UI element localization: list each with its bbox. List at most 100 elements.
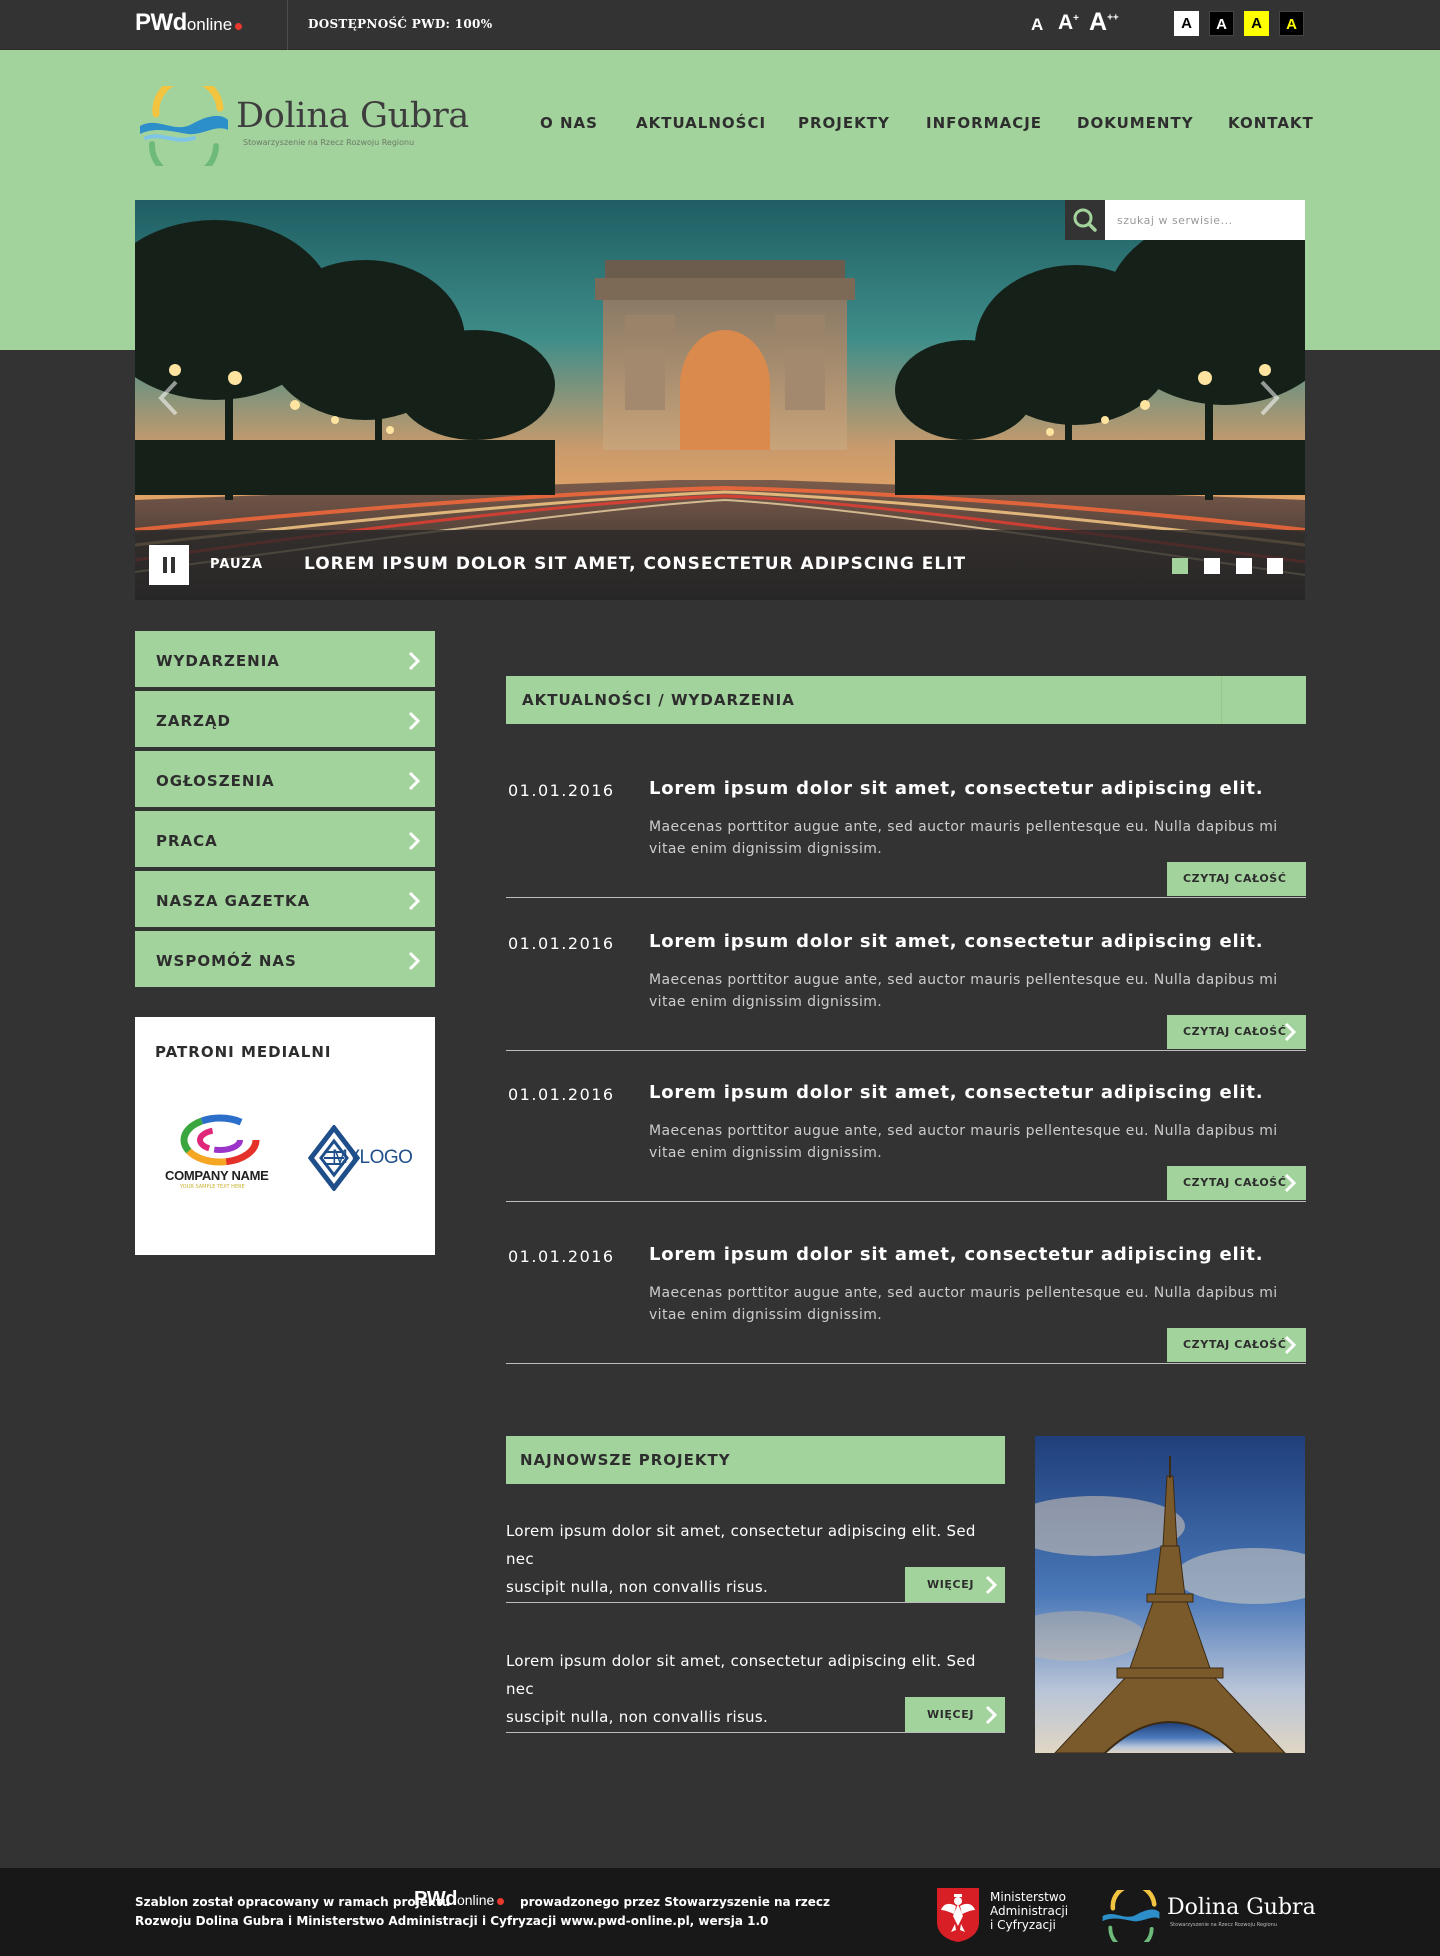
news-body-line: Maecenas porttitor augue ante, sed aucto…	[649, 1123, 1278, 1139]
sidebar-item-label: WSPOMÓŻ NAS	[156, 952, 297, 970]
sidebar-item-label: ZARZĄD	[156, 712, 231, 730]
news-body-line: vitae enim dignissim dignissim.	[649, 841, 883, 857]
news-header-divider	[1221, 676, 1222, 724]
news-title[interactable]: Lorem ipsum dolor sit amet, consectetur …	[649, 1082, 1263, 1103]
news-title[interactable]: Lorem ipsum dolor sit amet, consectetur …	[649, 778, 1263, 799]
news-body: Maecenas porttitor augue ante, sed aucto…	[649, 969, 1289, 1013]
nav-item-projekty[interactable]: PROJEKTY	[798, 114, 890, 132]
eagle-emblem-icon	[937, 1888, 979, 1942]
sidebar-item-praca[interactable]: PRACA	[135, 811, 435, 869]
chevron-right-icon	[408, 771, 421, 791]
nav-item-dokumenty[interactable]: DOKUMENTY	[1077, 114, 1194, 132]
contrast-black-yellow-button[interactable]: A	[1279, 11, 1304, 36]
news-body-line: Maecenas porttitor augue ante, sed aucto…	[649, 819, 1278, 835]
company-name-logo-mark[interactable]	[178, 1110, 262, 1170]
read-more-label: CZYTAJ CAŁOŚĆ	[1183, 1025, 1287, 1038]
sidebar-item-label: PRACA	[156, 832, 218, 850]
footer-pwd-online-logo[interactable]: PWdonline	[414, 1888, 505, 1911]
read-more-button[interactable]: CZYTAJ CAŁOŚĆ	[1167, 1166, 1306, 1200]
nav-item-kontakt[interactable]: KONTAKT	[1228, 114, 1314, 132]
ministry-name: Ministerstwo Administracji i Cyfryzacji	[990, 1890, 1068, 1932]
pause-label: PAUZA	[210, 557, 264, 572]
news-body: Maecenas porttitor augue ante, sed aucto…	[649, 1282, 1289, 1326]
accessibility-status: DOSTĘPNOŚĆ PWD: 100%	[308, 17, 493, 31]
project-text-line: Lorem ipsum dolor sit amet, consectetur …	[506, 1522, 976, 1568]
project-image-eiffel-tower[interactable]	[1035, 1436, 1305, 1753]
slider-dot-2[interactable]	[1204, 558, 1220, 574]
ministry-name-line: i Cyfryzacji	[990, 1918, 1056, 1932]
news-title[interactable]: Lorem ipsum dolor sit amet, consectetur …	[649, 1244, 1263, 1265]
chevron-right-icon	[1284, 1335, 1297, 1355]
read-more-button[interactable]: CZYTAJ CAŁOŚĆ	[1167, 1015, 1306, 1049]
project-text-line: Lorem ipsum dolor sit amet, consectetur …	[506, 1652, 976, 1698]
news-body: Maecenas porttitor augue ante, sed aucto…	[649, 1120, 1289, 1164]
sidebar-item-nasza-gazetka[interactable]: NASZA GAZETKA	[135, 871, 435, 929]
nav-item-informacje[interactable]: INFORMACJE	[926, 114, 1042, 132]
news-body: Maecenas porttitor augue ante, sed aucto…	[649, 816, 1289, 860]
footer-text: Szablon został opracowany w ramach proje…	[135, 1895, 451, 1909]
patron-mylogo-name: MYLOGO	[332, 1147, 413, 1168]
sidebar-item-ogloszenia[interactable]: OGŁOSZENIA	[135, 751, 435, 809]
contrast-black-yellow-label: A	[1286, 16, 1297, 33]
news-body-line: Maecenas porttitor augue ante, sed aucto…	[649, 1285, 1278, 1301]
pause-icon	[163, 557, 175, 573]
chevron-right-icon	[408, 951, 421, 971]
contrast-black-white-button[interactable]: A	[1209, 11, 1234, 36]
read-more-button[interactable]: CZYTAJ CAŁOŚĆ	[1167, 1328, 1306, 1362]
font-size-large-button[interactable]: A+	[1058, 11, 1079, 35]
news-section-title: AKTUALNOŚCI / WYDARZENIA	[522, 691, 795, 709]
font-size-normal-label: A	[1031, 15, 1044, 34]
chevron-right-icon	[408, 711, 421, 731]
font-size-normal-button[interactable]: A	[1031, 15, 1043, 35]
sidebar-item-zarzad[interactable]: ZARZĄD	[135, 691, 435, 749]
footer-pwd-logo-dot	[497, 1898, 505, 1905]
ministry-name-line: Ministerstwo	[990, 1890, 1067, 1904]
font-size-xlarge-label: A	[1089, 8, 1108, 36]
nav-item-o-nas[interactable]: O NAS	[540, 114, 598, 132]
slider-dot-4[interactable]	[1267, 558, 1283, 574]
footer-dolina-gubra-logo-mark[interactable]	[1100, 1890, 1162, 1942]
nav-item-aktualnosci[interactable]: AKTUALNOŚCI	[636, 114, 766, 132]
read-more-button[interactable]: CZYTAJ CAŁOŚĆ	[1167, 862, 1306, 896]
slide-caption: LOREM IPSUM DOLOR SIT AMET, CONSECTETUR …	[304, 554, 967, 574]
chevron-right-icon	[408, 651, 421, 671]
slider-next-chevron-right-icon[interactable]	[1258, 378, 1282, 418]
font-size-xlarge-button[interactable]: A++	[1089, 8, 1119, 37]
project-more-button[interactable]: WIĘCEJ	[905, 1697, 1005, 1732]
chevron-right-icon	[985, 1575, 998, 1595]
pwd-online-logo[interactable]: PWdonline	[135, 9, 243, 37]
footer-logo-title: Dolina Gubra	[1167, 1895, 1316, 1920]
sidebar-item-wydarzenia[interactable]: WYDARZENIA	[135, 631, 435, 689]
logo-subtitle: Stowarzyszenie na Rzecz Rozwoju Regionu	[243, 138, 415, 147]
news-title[interactable]: Lorem ipsum dolor sit amet, consectetur …	[649, 931, 1263, 952]
font-size-xlarge-sup: ++	[1107, 12, 1119, 24]
pwd-logo-dot	[235, 23, 243, 30]
news-date: 01.01.2016	[508, 934, 615, 953]
slider-pause-button[interactable]	[149, 545, 189, 585]
contrast-default-label: A	[1181, 15, 1192, 32]
news-date: 01.01.2016	[508, 781, 615, 800]
slider-dot-3[interactable]	[1236, 558, 1252, 574]
news-divider	[506, 1363, 1306, 1364]
project-more-button[interactable]: WIĘCEJ	[905, 1567, 1005, 1602]
contrast-default-button[interactable]: A	[1174, 11, 1199, 36]
search-input[interactable]	[1105, 200, 1305, 240]
patron-company-name: COMPANY NAME	[165, 1168, 269, 1183]
sidebar-item-wspomoz-nas[interactable]: WSPOMÓŻ NAS	[135, 931, 435, 989]
search-button[interactable]	[1065, 200, 1105, 240]
more-label: WIĘCEJ	[927, 1708, 975, 1721]
news-divider	[506, 897, 1306, 898]
news-divider	[506, 1050, 1306, 1051]
footer-logo-subtitle: Stowarzyszenie na Rzecz Rozwoju Regionu	[1170, 1922, 1277, 1928]
news-date: 01.01.2016	[508, 1247, 615, 1266]
logo-title: Dolina Gubra	[236, 96, 469, 136]
slider-dot-1[interactable]	[1172, 558, 1188, 574]
search-icon	[1073, 208, 1097, 232]
dolina-gubra-logo-mark[interactable]	[136, 86, 232, 166]
news-body-line: vitae enim dignissim dignissim.	[649, 994, 883, 1010]
patron-company-tagline: YOUR SAMPLE TEXT HERE	[180, 1184, 245, 1190]
font-size-large-label: A	[1058, 11, 1074, 34]
news-date: 01.01.2016	[508, 1085, 615, 1104]
slider-prev-chevron-left-icon[interactable]	[156, 378, 180, 418]
contrast-yellow-black-button[interactable]: A	[1244, 11, 1269, 36]
